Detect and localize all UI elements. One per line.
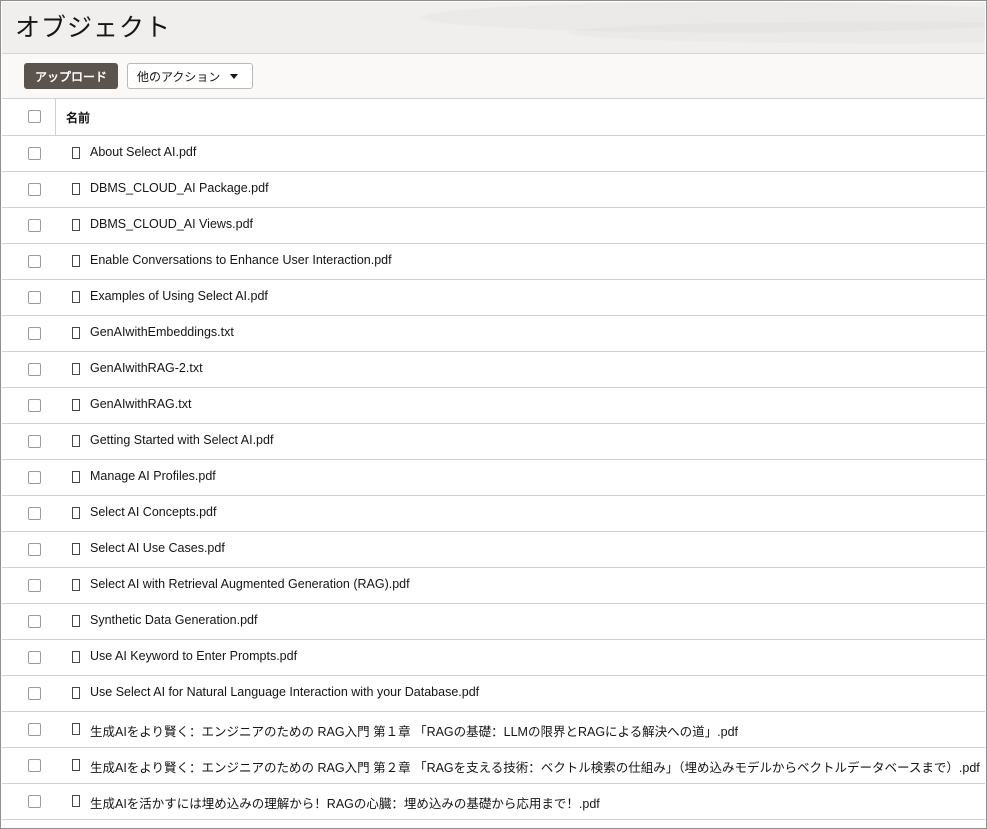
more-actions-label: 他のアクション: [137, 69, 221, 84]
file-icon: [72, 183, 80, 195]
file-icon: [72, 327, 80, 339]
row-checkbox[interactable]: [28, 687, 41, 700]
row-checkbox[interactable]: [28, 615, 41, 628]
row-checkbox[interactable]: [28, 507, 41, 520]
file-name-link[interactable]: Enable Conversations to Enhance User Int…: [90, 253, 392, 267]
file-name-link[interactable]: 生成AIを活かすには埋め込みの理解から！RAGの心臓：埋め込みの基礎から応用まで…: [90, 793, 600, 812]
table-header: 名前: [2, 99, 985, 136]
file-name-link[interactable]: Manage AI Profiles.pdf: [90, 469, 216, 483]
row-checkbox[interactable]: [28, 543, 41, 556]
row-checkbox[interactable]: [28, 723, 41, 736]
file-icon: [72, 219, 80, 231]
table-row[interactable]: GenAIwithEmbeddings.txt: [2, 316, 985, 352]
file-name-link[interactable]: GenAIwithRAG-2.txt: [90, 361, 203, 375]
table-row[interactable]: GenAIwithRAG.txt: [2, 388, 985, 424]
table-row[interactable]: Use AI Keyword to Enter Prompts.pdf: [2, 640, 985, 676]
file-icon: [72, 471, 80, 483]
file-icon: [72, 795, 80, 807]
file-icon: [72, 399, 80, 411]
table-row[interactable]: Manage AI Profiles.pdf: [2, 460, 985, 496]
file-icon: [72, 759, 80, 771]
select-all-checkbox[interactable]: [28, 110, 41, 123]
chevron-down-icon: [230, 73, 239, 79]
row-checkbox[interactable]: [28, 579, 41, 592]
table-row[interactable]: About Select AI.pdf: [2, 136, 985, 172]
object-storage-panel: オブジェクト アップロード 他のアクション 名前 About Select AI…: [0, 0, 987, 829]
table-row[interactable]: DBMS_CLOUD_AI Package.pdf: [2, 172, 985, 208]
row-checkbox[interactable]: [28, 219, 41, 232]
row-checkbox[interactable]: [28, 147, 41, 160]
file-icon: [72, 291, 80, 303]
table-row[interactable]: Use Select AI for Natural Language Inter…: [2, 676, 985, 712]
row-checkbox[interactable]: [28, 363, 41, 376]
row-checkbox[interactable]: [28, 759, 41, 772]
table-row[interactable]: Select AI Concepts.pdf: [2, 496, 985, 532]
column-header-name[interactable]: 名前: [66, 109, 90, 126]
file-icon: [72, 543, 80, 555]
page-title: オブジェクト: [15, 14, 172, 42]
file-icon: [72, 435, 80, 447]
file-icon: [72, 363, 80, 375]
file-name-link[interactable]: Select AI with Retrieval Augmented Gener…: [90, 577, 410, 591]
file-name-link[interactable]: 生成AIをより賢く：エンジニアのための RAG入門 第２章 「RAGを支える技術…: [90, 757, 980, 776]
file-icon: [72, 723, 80, 735]
row-checkbox[interactable]: [28, 795, 41, 808]
row-checkbox[interactable]: [28, 291, 41, 304]
table-row[interactable]: Examples of Using Select AI.pdf: [2, 280, 985, 316]
table-row[interactable]: Getting Started with Select AI.pdf: [2, 424, 985, 460]
file-icon: [72, 615, 80, 627]
file-name-link[interactable]: Select AI Concepts.pdf: [90, 505, 216, 519]
table-row[interactable]: 生成AIをより賢く：エンジニアのための RAG入門 第１章 「RAGの基礎：LL…: [2, 712, 985, 748]
table-row[interactable]: Select AI Use Cases.pdf: [2, 532, 985, 568]
row-checkbox[interactable]: [28, 435, 41, 448]
table-row[interactable]: Synthetic Data Generation.pdf: [2, 604, 985, 640]
file-name-link[interactable]: Getting Started with Select AI.pdf: [90, 433, 273, 447]
table-row[interactable]: 生成AIを活かすには埋め込みの理解から！RAGの心臓：埋め込みの基礎から応用まで…: [2, 784, 985, 820]
file-name-link[interactable]: Synthetic Data Generation.pdf: [90, 613, 257, 627]
file-name-link[interactable]: GenAIwithRAG.txt: [90, 397, 191, 411]
file-name-link[interactable]: Select AI Use Cases.pdf: [90, 541, 225, 555]
file-icon: [72, 147, 80, 159]
table-row[interactable]: GenAIwithRAG-2.txt: [2, 352, 985, 388]
row-checkbox[interactable]: [28, 183, 41, 196]
row-checkbox[interactable]: [28, 471, 41, 484]
file-icon: [72, 507, 80, 519]
table-row[interactable]: 生成AIをより賢く：エンジニアのための RAG入門 第２章 「RAGを支える技術…: [2, 748, 985, 784]
row-checkbox[interactable]: [28, 651, 41, 664]
file-icon: [72, 651, 80, 663]
page-header: オブジェクト: [2, 2, 985, 54]
table-row[interactable]: DBMS_CLOUD_AI Views.pdf: [2, 208, 985, 244]
file-icon: [72, 579, 80, 591]
file-name-link[interactable]: Use AI Keyword to Enter Prompts.pdf: [90, 649, 297, 663]
row-checkbox[interactable]: [28, 327, 41, 340]
file-icon: [72, 255, 80, 267]
row-checkbox[interactable]: [28, 255, 41, 268]
file-name-link[interactable]: GenAIwithEmbeddings.txt: [90, 325, 234, 339]
objects-table: 名前 About Select AI.pdf DBMS_CLOUD_AI Pack…: [2, 99, 985, 828]
file-name-link[interactable]: DBMS_CLOUD_AI Package.pdf: [90, 181, 269, 195]
more-actions-button[interactable]: 他のアクション: [127, 63, 253, 89]
file-name-link[interactable]: DBMS_CLOUD_AI Views.pdf: [90, 217, 253, 231]
file-name-link[interactable]: Use Select AI for Natural Language Inter…: [90, 685, 479, 699]
table-row[interactable]: Enable Conversations to Enhance User Int…: [2, 244, 985, 280]
toolbar: アップロード 他のアクション: [2, 54, 985, 99]
file-name-link[interactable]: About Select AI.pdf: [90, 145, 196, 159]
file-icon: [72, 687, 80, 699]
row-checkbox[interactable]: [28, 399, 41, 412]
table-row[interactable]: Select AI with Retrieval Augmented Gener…: [2, 568, 985, 604]
file-name-link[interactable]: 生成AIをより賢く：エンジニアのための RAG入門 第１章 「RAGの基礎：LL…: [90, 721, 738, 740]
column-divider: [55, 99, 56, 135]
table-body: About Select AI.pdf DBMS_CLOUD_AI Package…: [2, 136, 985, 820]
upload-button[interactable]: アップロード: [24, 63, 118, 89]
file-name-link[interactable]: Examples of Using Select AI.pdf: [90, 289, 268, 303]
